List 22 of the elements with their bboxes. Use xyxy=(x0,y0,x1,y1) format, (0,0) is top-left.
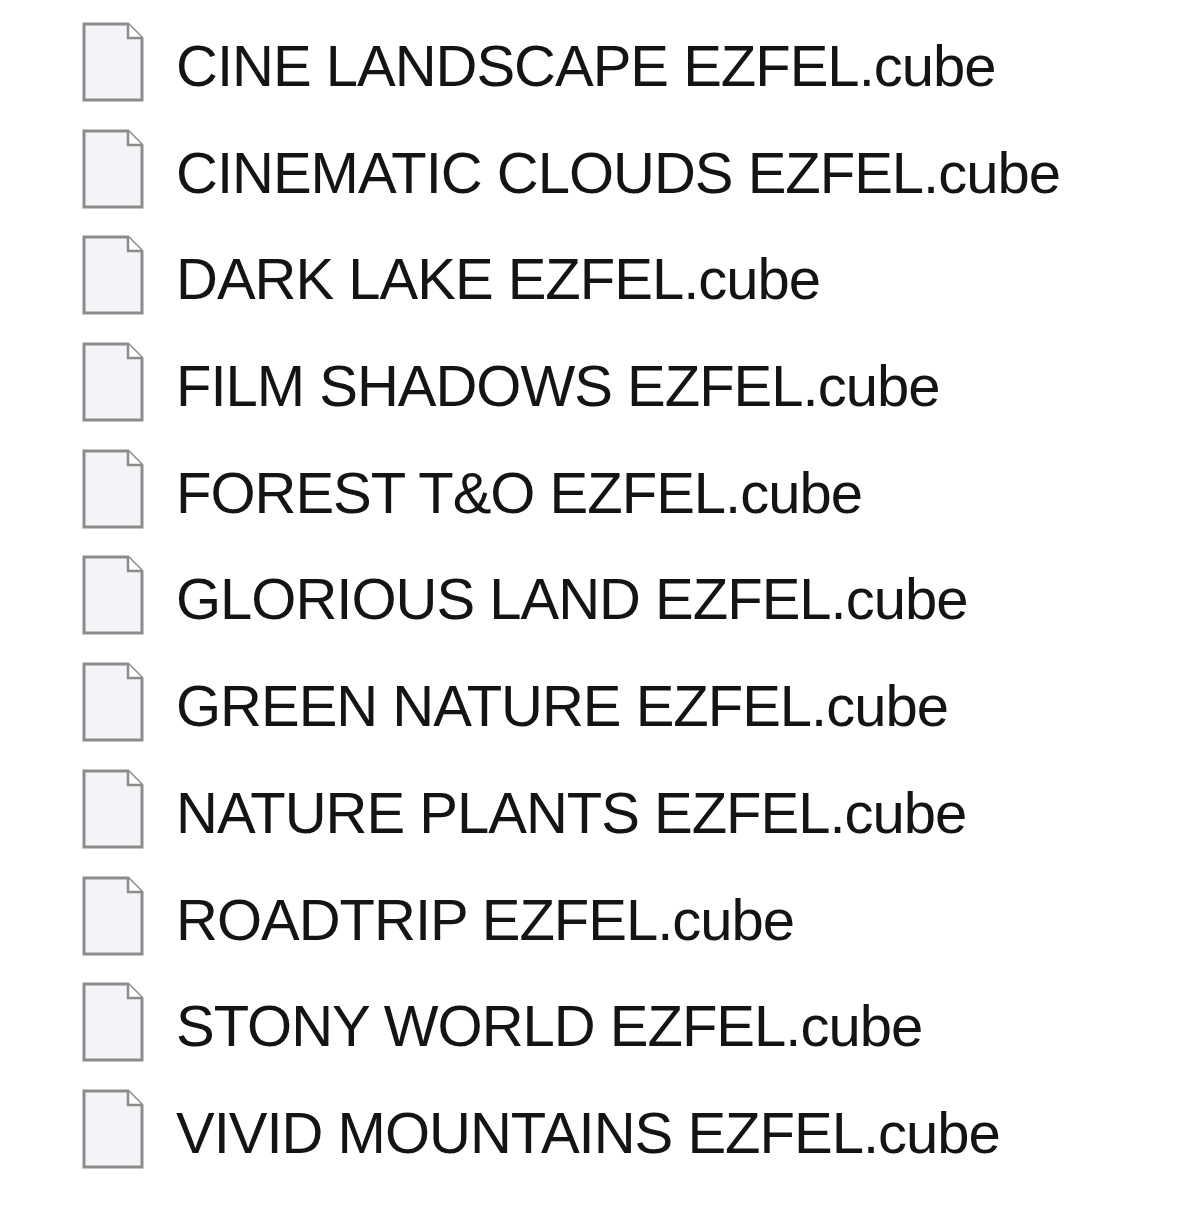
file-icon[interactable] xyxy=(82,235,144,316)
file-icon[interactable] xyxy=(82,662,144,743)
file-icon[interactable] xyxy=(82,768,144,849)
file-name[interactable]: CINEMATIC CLOUDS EZFEL.cube xyxy=(176,143,1060,202)
file-name[interactable]: GLORIOUS LAND EZFEL.cube xyxy=(176,570,968,629)
file-icon[interactable] xyxy=(82,1088,144,1169)
file-icon[interactable] xyxy=(82,448,144,529)
file-icon[interactable] xyxy=(82,982,144,1063)
file-name[interactable]: VIVID MOUNTAINS EZFEL.cube xyxy=(176,1103,1000,1162)
file-icon[interactable] xyxy=(82,342,144,423)
file-name[interactable]: ROADTRIP EZFEL.cube xyxy=(176,890,795,949)
file-icon[interactable] xyxy=(82,875,144,956)
file-icon[interactable] xyxy=(82,555,144,636)
file-icon[interactable] xyxy=(82,128,144,209)
file-name[interactable]: FOREST T&O EZFEL.cube xyxy=(176,463,862,522)
file-name[interactable]: DARK LAKE EZFEL.cube xyxy=(176,250,821,309)
file-name[interactable]: FILM SHADOWS EZFEL.cube xyxy=(176,357,940,416)
file-name[interactable]: STONY WORLD EZFEL.cube xyxy=(176,997,923,1056)
file-name[interactable]: NATURE PLANTS EZFEL.cube xyxy=(176,783,967,842)
file-name[interactable]: CINE LANDSCAPE EZFEL.cube xyxy=(176,37,996,95)
file-name[interactable]: GREEN NATURE EZFEL.cube xyxy=(176,677,948,736)
file-icon[interactable] xyxy=(82,22,144,102)
